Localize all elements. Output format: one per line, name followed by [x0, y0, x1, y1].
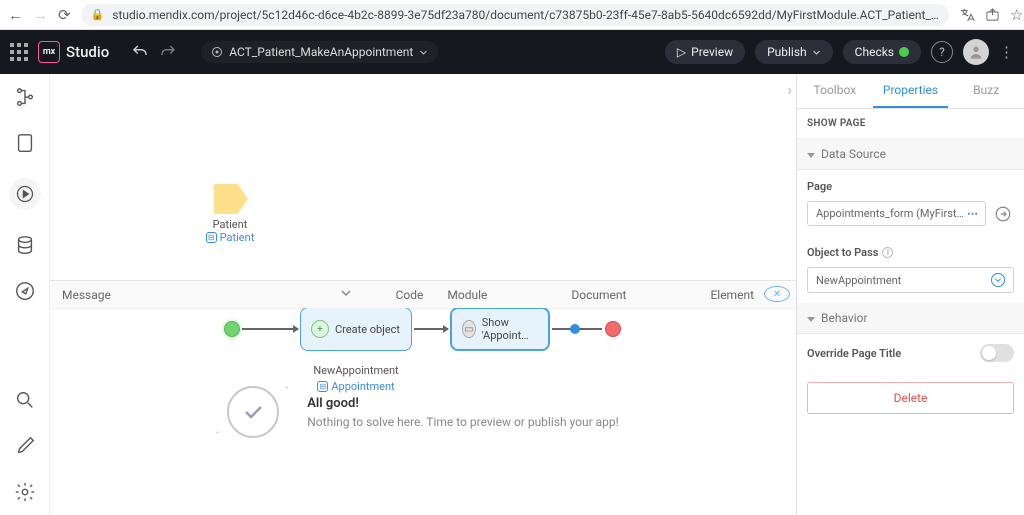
rail-domain-icon[interactable] — [14, 234, 36, 256]
goto-icon[interactable] — [992, 203, 1014, 225]
apps-grid-icon[interactable] — [10, 43, 28, 61]
undo-icon[interactable] — [131, 43, 149, 61]
checks-button[interactable]: Checks — [843, 40, 921, 64]
col-message[interactable]: Message — [50, 288, 328, 302]
help-icon[interactable]: ? — [931, 41, 953, 63]
url-bar[interactable]: 🔒 studio.mendix.com/project/5c12d46c-d6c… — [81, 4, 949, 26]
star-icon[interactable]: ☆ — [1010, 6, 1023, 24]
rail-settings-icon[interactable] — [14, 481, 36, 503]
end-event[interactable] — [605, 321, 621, 337]
page-select[interactable]: Appointments_form (MyFirst… ⋯ — [807, 201, 986, 226]
check-icon — [227, 386, 279, 438]
rail-theme-icon[interactable] — [14, 435, 36, 457]
rail-navigation-icon[interactable] — [14, 280, 36, 302]
rail-microflow-icon[interactable] — [9, 178, 41, 210]
parameter-patient[interactable] — [214, 184, 248, 214]
field-object-label: Object to Passi — [797, 236, 1024, 263]
left-rail — [0, 74, 50, 515]
tab-properties[interactable]: Properties — [873, 74, 949, 108]
create-icon: + — [311, 320, 329, 338]
tab-toolbox[interactable]: Toolbox — [797, 74, 873, 108]
lock-icon: 🔒 — [91, 8, 105, 21]
selection-handle[interactable] — [570, 324, 580, 334]
rail-structure-icon[interactable] — [14, 86, 36, 108]
start-event[interactable] — [224, 321, 240, 337]
back-icon[interactable]: ← — [8, 6, 23, 24]
app-bar: mx Studio ACT_Patient_MakeAnAppointment … — [0, 30, 1024, 74]
reload-icon[interactable]: ⟳ — [58, 6, 71, 24]
section-title: SHOW PAGE — [797, 109, 1024, 139]
publish-button[interactable]: Publish — [755, 40, 833, 64]
accordion-data-source[interactable]: Data Source — [797, 139, 1024, 170]
chevron-down-icon — [419, 48, 428, 57]
share-icon[interactable] — [985, 7, 1000, 22]
empty-title: All good! — [307, 396, 618, 411]
empty-subtitle: Nothing to solve here. Time to preview o… — [307, 415, 618, 429]
ellipsis-icon[interactable]: ⋯ — [967, 207, 977, 220]
parameter-label: Patient ⊟Patient — [200, 218, 260, 244]
logo: mx Studio — [38, 41, 109, 63]
activity-show-page[interactable]: ▭ Show 'Appoint… — [450, 307, 550, 351]
tab-buzz[interactable]: Buzz — [948, 74, 1024, 108]
properties-panel: Toolbox Properties Buzz SHOW PAGE Data S… — [796, 74, 1024, 515]
col-document[interactable]: Document — [559, 288, 638, 302]
breadcrumb[interactable]: ACT_Patient_MakeAnAppointment — [201, 41, 438, 63]
info-icon[interactable]: i — [882, 247, 893, 258]
col-code[interactable]: Code — [384, 288, 436, 302]
translate-icon[interactable] — [959, 7, 975, 23]
user-avatar[interactable] — [963, 39, 989, 65]
flow-arrow — [414, 328, 448, 330]
object-select[interactable]: NewAppointment — [807, 267, 1014, 293]
col-element[interactable]: Element — [698, 288, 766, 302]
browser-address-bar: ← → ⟳ 🔒 studio.mendix.com/project/5c12d4… — [0, 0, 1024, 30]
preview-button[interactable]: ▷ Preview — [665, 40, 745, 64]
parameter-entity-link[interactable]: ⊟Patient — [200, 231, 260, 244]
accordion-behavior[interactable]: Behavior — [797, 303, 1024, 334]
close-panel-icon[interactable]: ✕ — [764, 286, 790, 302]
chevron-down-icon[interactable] — [328, 287, 364, 302]
status-ok-icon — [899, 47, 909, 57]
col-module[interactable]: Module — [435, 288, 499, 302]
activity-create-object[interactable]: + Create object — [300, 307, 412, 351]
chevron-down-icon[interactable] — [991, 273, 1005, 287]
delete-button[interactable]: Delete — [807, 382, 1014, 414]
flow-arrow — [242, 328, 298, 330]
more-icon[interactable]: ⋮ — [999, 43, 1014, 61]
url-text: studio.mendix.com/project/5c12d46c-d6ce-… — [112, 8, 939, 22]
override-title-label: Override Page Title — [807, 347, 901, 360]
forward-icon: → — [33, 6, 48, 24]
override-title-toggle[interactable] — [980, 344, 1014, 362]
rail-search-icon[interactable] — [14, 389, 36, 411]
field-page-label: Page — [797, 170, 1024, 197]
activity-entity-link[interactable]: ⊟Appointment — [310, 380, 402, 393]
activity-variable-label: NewAppointment — [310, 364, 402, 377]
errors-empty-state: All good! Nothing to solve here. Time to… — [50, 308, 796, 515]
redo-icon[interactable] — [159, 43, 177, 61]
page-icon: ▭ — [462, 320, 476, 338]
breadcrumb-caret-icon[interactable]: › — [787, 80, 792, 99]
rail-page-icon[interactable] — [14, 132, 36, 154]
microflow-canvas[interactable]: › Patient ⊟Patient ⟳ + Create object ▭ S… — [50, 74, 796, 280]
errors-panel-header: Message Code Module Document Element ✕ — [50, 280, 796, 308]
